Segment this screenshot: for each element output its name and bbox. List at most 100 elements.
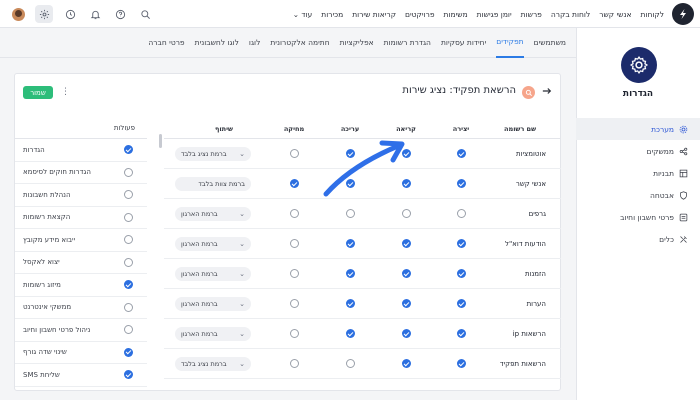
- topnav-item[interactable]: פרשות: [521, 10, 542, 19]
- permission-create-checkbox[interactable]: [456, 239, 466, 248]
- permission-delete-checkbox[interactable]: [289, 329, 299, 338]
- topnav-item[interactable]: פרויקטים: [405, 10, 434, 19]
- sidebar-item-5[interactable]: כלים: [576, 228, 700, 250]
- share-level-dropdown[interactable]: ⌄ ברמת נציג בלבד: [175, 147, 251, 161]
- help-icon: [115, 9, 125, 19]
- action-checkbox[interactable]: [124, 257, 133, 267]
- permission-edit-checkbox[interactable]: [345, 239, 355, 248]
- permission-delete-checkbox[interactable]: [289, 239, 299, 248]
- share-level-dropdown[interactable]: ⌄ ברמת הארגון: [175, 327, 251, 341]
- permission-create-checkbox[interactable]: [456, 299, 466, 308]
- share-level-dropdown[interactable]: ברמת צוות בלבד: [175, 177, 251, 191]
- tab-4[interactable]: אפליקציות: [340, 28, 374, 58]
- topnav-item[interactable]: יומן פגישות: [477, 10, 512, 19]
- action-row[interactable]: מיזוג רשומות: [15, 274, 147, 297]
- action-row[interactable]: ממשקי אינטרנט: [15, 297, 147, 319]
- action-row[interactable]: הגדרות: [15, 139, 147, 162]
- clock-icon: [65, 9, 75, 19]
- table-row: הודעות דוא"ל ⌄ ברמת הארגון: [164, 229, 561, 259]
- action-checkbox[interactable]: [124, 145, 133, 155]
- permission-read-checkbox[interactable]: [401, 359, 411, 368]
- sidebar-item-1[interactable]: ממשקים: [576, 140, 700, 162]
- permission-create-checkbox[interactable]: [456, 329, 466, 338]
- permission-delete-checkbox[interactable]: [289, 179, 299, 188]
- sidebar-item-3[interactable]: אבטחה: [576, 184, 700, 206]
- share-level-dropdown[interactable]: ⌄ ברמת הארגון: [175, 297, 251, 311]
- sidebar-item-4[interactable]: פרטי חשבון וחיוב: [576, 206, 700, 228]
- table-scrollbar[interactable]: [159, 134, 162, 148]
- sidebar-item-0[interactable]: מערכת: [576, 118, 700, 140]
- permission-read-checkbox[interactable]: [401, 239, 411, 248]
- permission-delete-checkbox[interactable]: [289, 209, 299, 218]
- help-button[interactable]: [112, 6, 128, 22]
- tab-8[interactable]: פרטי חברה: [148, 28, 184, 58]
- permission-create-checkbox[interactable]: [456, 209, 466, 218]
- permission-edit-checkbox[interactable]: [345, 359, 355, 368]
- action-row[interactable]: ניהול פרטי חשבון וחיוב: [15, 319, 147, 342]
- back-button[interactable]: [542, 86, 552, 98]
- role-icon: [522, 86, 535, 99]
- permission-delete-checkbox[interactable]: [289, 359, 299, 368]
- topnav-item[interactable]: לקוחות: [641, 10, 665, 19]
- tab-3[interactable]: הגדרת רשומות: [384, 28, 431, 58]
- share-level-dropdown[interactable]: ⌄ ברמת הארגון: [175, 207, 251, 221]
- share-level-dropdown[interactable]: ⌄ ברמת נציג בלבד: [175, 357, 251, 371]
- action-row[interactable]: הגדרות חוקים לסיסמא: [15, 162, 147, 184]
- action-checkbox[interactable]: [124, 280, 133, 290]
- share-level-dropdown[interactable]: ⌄ ברמת הארגון: [175, 267, 251, 281]
- permission-delete-checkbox[interactable]: [289, 269, 299, 278]
- permission-edit-checkbox[interactable]: [345, 299, 355, 308]
- tab-5[interactable]: חתימה אלקטרונית: [270, 28, 329, 58]
- permission-create-checkbox[interactable]: [456, 179, 466, 188]
- topnav-item[interactable]: משימות: [444, 10, 468, 19]
- settings-button[interactable]: [35, 5, 53, 23]
- permission-create-checkbox[interactable]: [456, 269, 466, 278]
- tab-6[interactable]: לוגו: [249, 28, 260, 58]
- action-checkbox[interactable]: [124, 212, 133, 222]
- action-checkbox[interactable]: [124, 235, 133, 245]
- history-button[interactable]: [62, 6, 78, 22]
- sidebar-item-2[interactable]: תבניות: [576, 162, 700, 184]
- permission-edit-checkbox[interactable]: [345, 209, 355, 218]
- permission-read-checkbox[interactable]: [401, 209, 411, 218]
- tab-1[interactable]: תפקידים: [496, 28, 524, 58]
- permission-delete-checkbox[interactable]: [289, 299, 299, 308]
- row-name: הזמנות: [524, 270, 546, 278]
- notifications-button[interactable]: [87, 6, 103, 22]
- action-row[interactable]: ייבוא מידע מקובץ: [15, 229, 147, 252]
- gear-icon: [679, 125, 688, 133]
- topnav-item[interactable]: קריאות שירות: [352, 10, 396, 19]
- action-row[interactable]: שליחת SMS: [15, 364, 147, 387]
- tab-2[interactable]: יחידות עסקיות: [441, 28, 486, 58]
- action-row[interactable]: יצוא לאקסל: [15, 252, 147, 274]
- action-row[interactable]: שינוי שדה גורף: [15, 342, 147, 364]
- permission-read-checkbox[interactable]: [401, 299, 411, 308]
- share-level-dropdown[interactable]: ⌄ ברמת הארגון: [175, 237, 251, 251]
- action-row[interactable]: הקצאת רשומות: [15, 207, 147, 229]
- save-button[interactable]: שמור: [23, 86, 53, 99]
- action-checkbox[interactable]: [124, 370, 133, 380]
- tab-0[interactable]: משתמשים: [534, 28, 566, 58]
- action-checkbox[interactable]: [124, 347, 133, 357]
- permission-create-checkbox[interactable]: [456, 359, 466, 368]
- action-checkbox[interactable]: [124, 167, 133, 177]
- topnav-item[interactable]: עוד ⌄: [293, 10, 313, 19]
- more-options-icon[interactable]: ⋮: [61, 87, 70, 97]
- topnav-item[interactable]: לוחות בקרה: [551, 10, 590, 19]
- permission-edit-checkbox[interactable]: [345, 329, 355, 338]
- tab-7[interactable]: לוגו לחשבונית: [195, 28, 239, 58]
- topnav-item[interactable]: מכירות: [321, 10, 343, 19]
- app-logo[interactable]: [672, 3, 694, 25]
- action-checkbox[interactable]: [124, 190, 133, 200]
- user-avatar[interactable]: [10, 6, 26, 22]
- permission-create-checkbox[interactable]: [456, 149, 466, 158]
- action-checkbox[interactable]: [124, 302, 133, 312]
- action-checkbox[interactable]: [124, 325, 133, 335]
- permission-edit-checkbox[interactable]: [345, 269, 355, 278]
- permission-read-checkbox[interactable]: [401, 269, 411, 278]
- permission-delete-checkbox[interactable]: [289, 149, 299, 158]
- topnav-item[interactable]: אנשי קשר: [599, 10, 631, 19]
- action-row[interactable]: הנהלת חשבונות: [15, 184, 147, 207]
- permission-read-checkbox[interactable]: [401, 329, 411, 338]
- search-button[interactable]: [137, 6, 153, 22]
